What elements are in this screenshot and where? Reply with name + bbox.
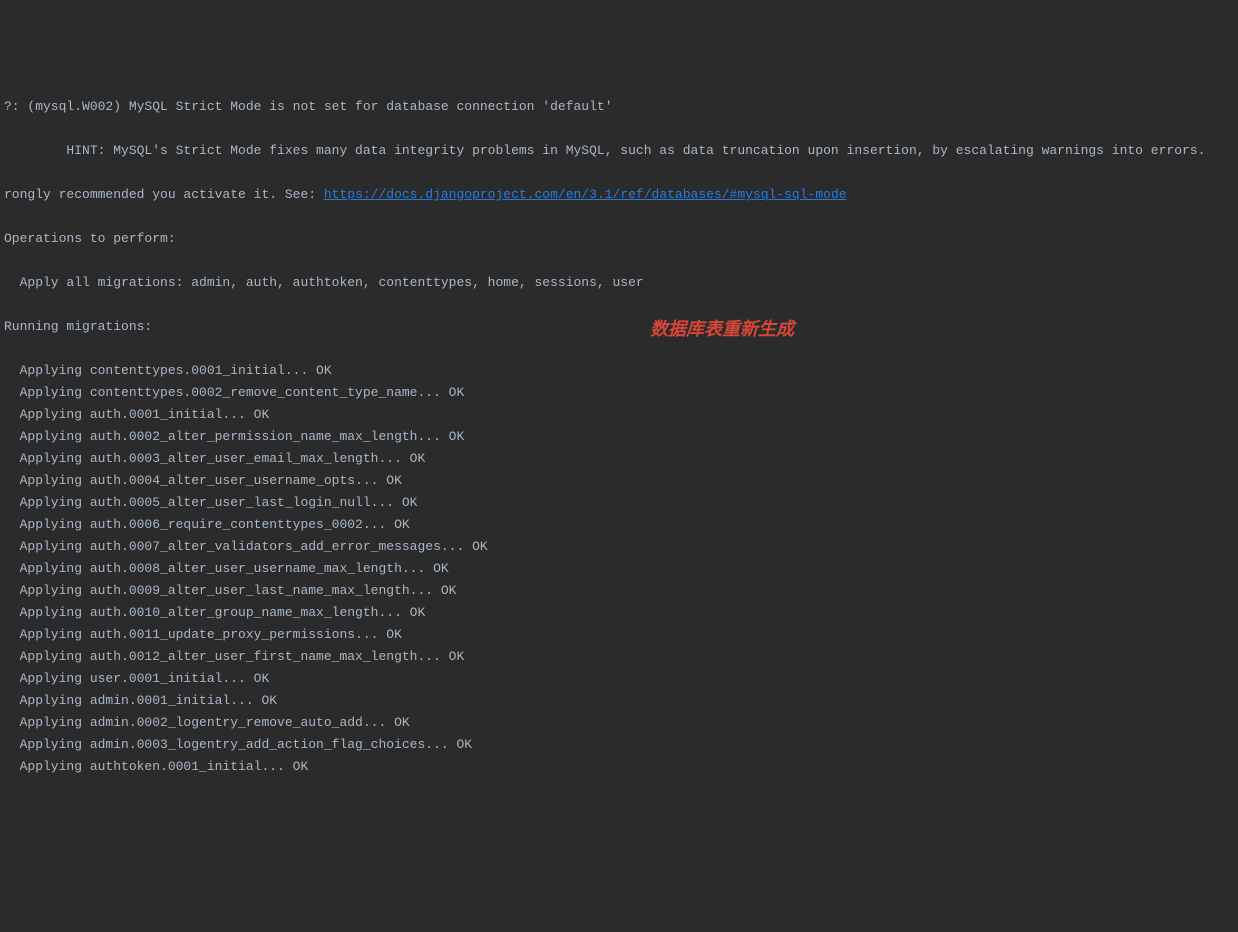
hint-prefix: rongly recommended you activate it. See: xyxy=(4,187,324,202)
migration-line: Applying auth.0010_alter_group_name_max_… xyxy=(4,602,1234,624)
migration-line: Applying auth.0007_alter_validators_add_… xyxy=(4,536,1234,558)
migration-line: Applying authtoken.0001_initial... OK xyxy=(4,756,1234,778)
migration-line: Applying auth.0011_update_proxy_permissi… xyxy=(4,624,1234,646)
migration-line: Applying auth.0004_alter_user_username_o… xyxy=(4,470,1234,492)
migration-line: Applying auth.0012_alter_user_first_name… xyxy=(4,646,1234,668)
apply-all-line: Apply all migrations: admin, auth, autht… xyxy=(4,272,1234,294)
migration-line: Applying contenttypes.0002_remove_conten… xyxy=(4,382,1234,404)
migration-line: Applying auth.0002_alter_permission_name… xyxy=(4,426,1234,448)
operations-header: Operations to perform: xyxy=(4,228,1234,250)
warning-line: ?: (mysql.W002) MySQL Strict Mode is not… xyxy=(4,96,1234,118)
hint-line-2: rongly recommended you activate it. See:… xyxy=(4,184,1234,206)
doc-link[interactable]: https://docs.djangoproject.com/en/3.1/re… xyxy=(324,187,847,202)
migration-line: Applying auth.0003_alter_user_email_max_… xyxy=(4,448,1234,470)
migration-line: Applying admin.0003_logentry_add_action_… xyxy=(4,734,1234,756)
migration-line: Applying auth.0008_alter_user_username_m… xyxy=(4,558,1234,580)
hint-line-1: HINT: MySQL's Strict Mode fixes many dat… xyxy=(4,140,1234,162)
running-header: Running migrations: xyxy=(4,316,1234,338)
migration-line: Applying auth.0005_alter_user_last_login… xyxy=(4,492,1234,514)
annotation-overlay: 数据库表重新生成 xyxy=(650,318,794,340)
migrations-list: Applying contenttypes.0001_initial... OK… xyxy=(4,360,1234,778)
migration-line: Applying admin.0001_initial... OK xyxy=(4,690,1234,712)
migration-line: Applying user.0001_initial... OK xyxy=(4,668,1234,690)
migration-line: Applying auth.0001_initial... OK xyxy=(4,404,1234,426)
migration-line: Applying auth.0006_require_contenttypes_… xyxy=(4,514,1234,536)
migration-line: Applying auth.0009_alter_user_last_name_… xyxy=(4,580,1234,602)
migration-line: Applying admin.0002_logentry_remove_auto… xyxy=(4,712,1234,734)
migration-line: Applying contenttypes.0001_initial... OK xyxy=(4,360,1234,382)
